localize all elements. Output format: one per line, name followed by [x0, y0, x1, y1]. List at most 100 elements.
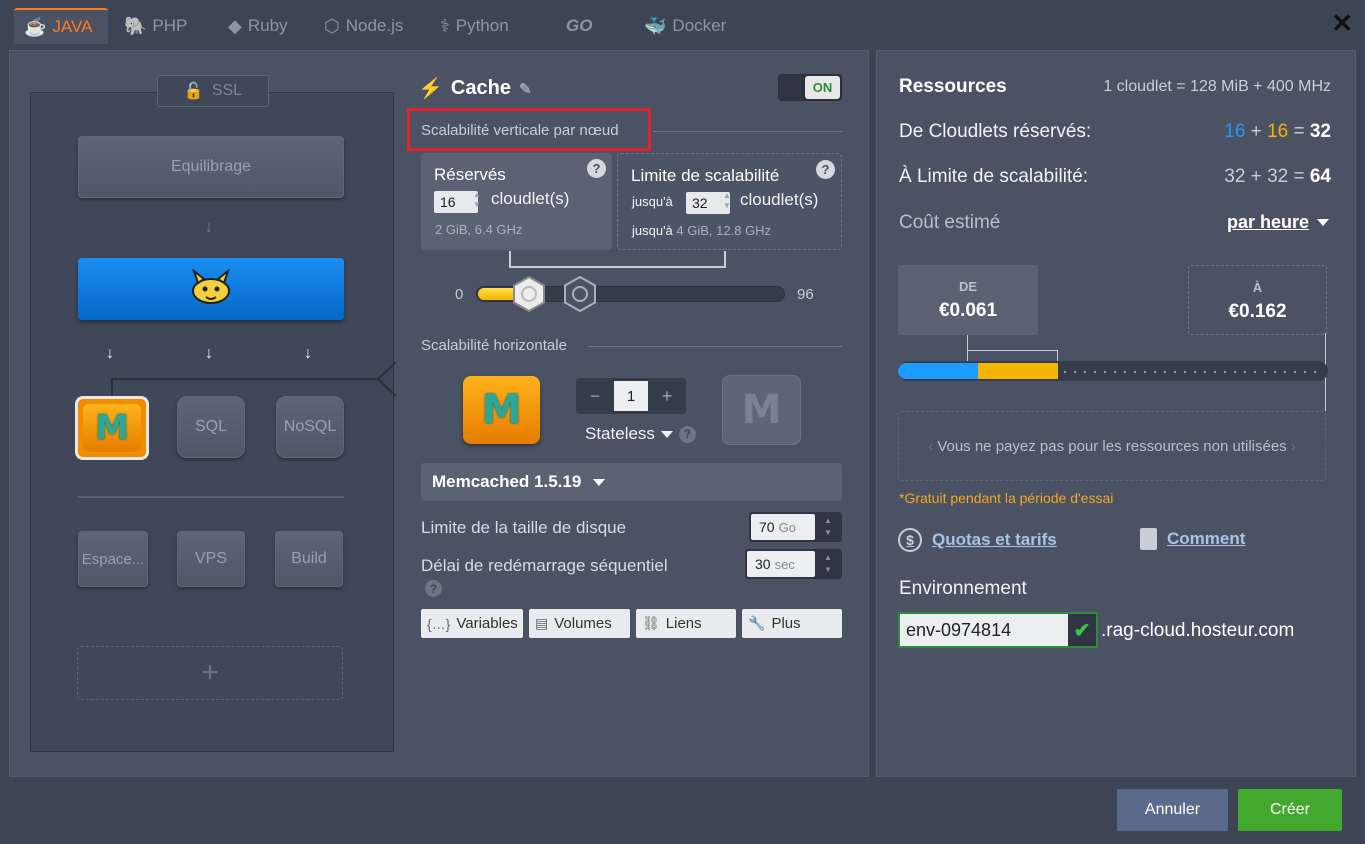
- help-icon[interactable]: ?: [425, 580, 442, 597]
- slider-bracket: [509, 251, 726, 268]
- stepper-arrows-icon[interactable]: ▲ ▼: [817, 552, 839, 576]
- balancer-button[interactable]: Equilibrage: [78, 136, 344, 198]
- close-icon[interactable]: ✕: [1331, 8, 1353, 39]
- limit-card: Limite de scalabilité ? jusqu'à 32 ▲ ▼ cl…: [617, 153, 842, 250]
- limit-slider-handle[interactable]: [562, 276, 598, 312]
- node-count-value[interactable]: 1: [614, 381, 648, 411]
- limit-cloudlets-label: À Limite de scalabilité:: [899, 166, 1089, 187]
- environment-name-field[interactable]: env-0974814 ✔: [898, 612, 1098, 648]
- tab-ruby[interactable]: ◆ Ruby: [218, 8, 298, 44]
- more-button[interactable]: 🔧 Plus: [742, 609, 842, 638]
- limit-detail-prefix: jusqu'à: [632, 223, 673, 238]
- help-icon[interactable]: ?: [587, 159, 606, 178]
- section-line: [653, 131, 842, 132]
- java-icon: ☕: [24, 16, 47, 37]
- variables-button[interactable]: {…} Variables: [421, 609, 523, 638]
- reserved-detail: 2 GiB, 6.4 GHz: [435, 222, 523, 237]
- stepper-arrows-icon[interactable]: ▲ ▼: [473, 190, 481, 210]
- tab-ruby-label: Ruby: [247, 16, 288, 35]
- memcached-node-button[interactable]: M: [75, 396, 149, 460]
- horizontal-scaling-label: Scalabilité horizontale: [421, 337, 567, 354]
- restart-delay-label: Délai de redémarrage séquentiel: [421, 556, 668, 575]
- chevron-down-icon: [660, 430, 673, 438]
- tab-go[interactable]: GO: [556, 8, 602, 44]
- memcached-icon: M: [741, 387, 782, 433]
- ssl-button[interactable]: 🔓 SSL: [157, 75, 269, 107]
- disk-limit-input[interactable]: 70 Go ▲ ▼: [749, 512, 842, 542]
- plus-icon[interactable]: +: [648, 378, 686, 414]
- python-icon: ⚕: [440, 15, 450, 36]
- lightning-icon: ⚡: [418, 78, 443, 100]
- sql-button[interactable]: SQL: [177, 396, 245, 458]
- environment-label: Environnement: [899, 578, 1027, 599]
- restart-delay-value: 30: [755, 556, 771, 572]
- tab-python[interactable]: ⚕ Python: [430, 8, 519, 44]
- build-button[interactable]: Build: [275, 531, 343, 587]
- nodejs-icon: ⬡: [324, 15, 340, 36]
- cancel-button[interactable]: Annuler: [1117, 789, 1228, 831]
- node-toggle[interactable]: ON: [778, 74, 842, 101]
- ssl-label: SSL: [211, 82, 243, 99]
- cost-bar-dotted-segment: [1060, 370, 1322, 373]
- estimated-cost-label: Coût estimé: [899, 212, 1001, 233]
- period-dropdown[interactable]: par heure: [1227, 212, 1329, 233]
- cloudlet-note: 1 cloudlet = 128 MiB + 400 MHz: [1103, 78, 1331, 95]
- node-count-stepper[interactable]: − 1 +: [576, 378, 686, 414]
- memcached-logo: M: [463, 376, 540, 444]
- tomcat-node-button[interactable]: [78, 258, 344, 320]
- tab-docker-label: Docker: [672, 16, 727, 35]
- reserved-cloudlets-label: De Cloudlets réservés:: [899, 121, 1092, 142]
- how-link[interactable]: Comment: [1140, 528, 1245, 550]
- limit-cloudlets-sum: 32 + 32 = 64: [1224, 166, 1331, 187]
- node-title: ⚡ Cache ✎: [418, 76, 532, 101]
- volume-icon: ▤: [535, 615, 549, 631]
- nosql-button[interactable]: NoSQL: [276, 396, 344, 458]
- quotas-link[interactable]: $ Quotas et tarifs: [898, 528, 1057, 552]
- dollar-icon: $: [898, 528, 922, 552]
- reserved-cloudlets-input[interactable]: 16: [434, 191, 478, 213]
- memcached-icon: M: [95, 408, 129, 448]
- chevron-down-icon: [1317, 219, 1329, 226]
- create-button[interactable]: Créer: [1238, 789, 1342, 831]
- lock-icon: 🔓: [183, 83, 204, 100]
- how-link-label: Comment: [1167, 529, 1246, 548]
- version-label: Memcached 1.5.19: [432, 472, 582, 491]
- pencil-icon[interactable]: ✎: [519, 80, 532, 98]
- node-title-label: Cache: [450, 77, 511, 99]
- version-dropdown[interactable]: Memcached 1.5.19: [421, 463, 842, 501]
- limit-unit: cloudlet(s): [740, 190, 819, 209]
- help-icon[interactable]: ?: [816, 160, 835, 179]
- environment-name-input[interactable]: env-0974814: [900, 614, 1068, 646]
- add-node-button[interactable]: +: [77, 646, 343, 700]
- scaling-mode-label: Stateless: [585, 424, 655, 443]
- restart-delay-input[interactable]: 30 sec ▲ ▼: [745, 549, 842, 579]
- vps-button[interactable]: VPS: [177, 531, 245, 587]
- scaling-mode-dropdown[interactable]: Stateless ?: [585, 424, 696, 444]
- reserved-slider-handle[interactable]: [511, 276, 547, 312]
- tab-go-label: GO: [566, 16, 593, 35]
- storage-button[interactable]: Espace...: [78, 531, 148, 587]
- tab-docker[interactable]: 🐳 Docker: [634, 8, 736, 44]
- tab-java-label: JAVA: [52, 17, 93, 36]
- limit-detail-line: jusqu'à 4 GiB, 12.8 GHz: [632, 223, 771, 238]
- stepper-arrows-icon[interactable]: ▲ ▼: [817, 515, 839, 539]
- docker-icon: 🐳: [644, 15, 667, 36]
- tab-nodejs[interactable]: ⬡ Node.js: [314, 8, 413, 44]
- help-icon[interactable]: ?: [678, 425, 696, 443]
- trial-note: *Gratuit pendant la période d'essai: [899, 490, 1114, 506]
- down-arrow-icon: ↓: [205, 345, 213, 362]
- tab-php[interactable]: 🐘 PHP: [114, 8, 197, 44]
- resources-title: Ressources: [899, 76, 1007, 97]
- volumes-button[interactable]: ▤ Volumes: [529, 609, 630, 638]
- slider-min-label: 0: [455, 286, 464, 303]
- section-line: [588, 346, 842, 347]
- document-icon: [1140, 528, 1157, 550]
- tomcat-icon: [192, 269, 230, 304]
- unused-resources-info: ‹ Vous ne payez pas pour les ressources …: [898, 411, 1326, 481]
- minus-icon[interactable]: −: [576, 378, 614, 414]
- stack-tabbar: ☕ JAVA 🐘 PHP ◆ Ruby ⬡ Node.js ⚕ Python G…: [0, 0, 1365, 50]
- restart-delay-unit: sec: [774, 556, 795, 572]
- stepper-arrows-icon[interactable]: ▲ ▼: [723, 191, 731, 211]
- links-button[interactable]: ⛓ Liens: [636, 609, 736, 638]
- tab-java[interactable]: ☕ JAVA: [14, 8, 108, 44]
